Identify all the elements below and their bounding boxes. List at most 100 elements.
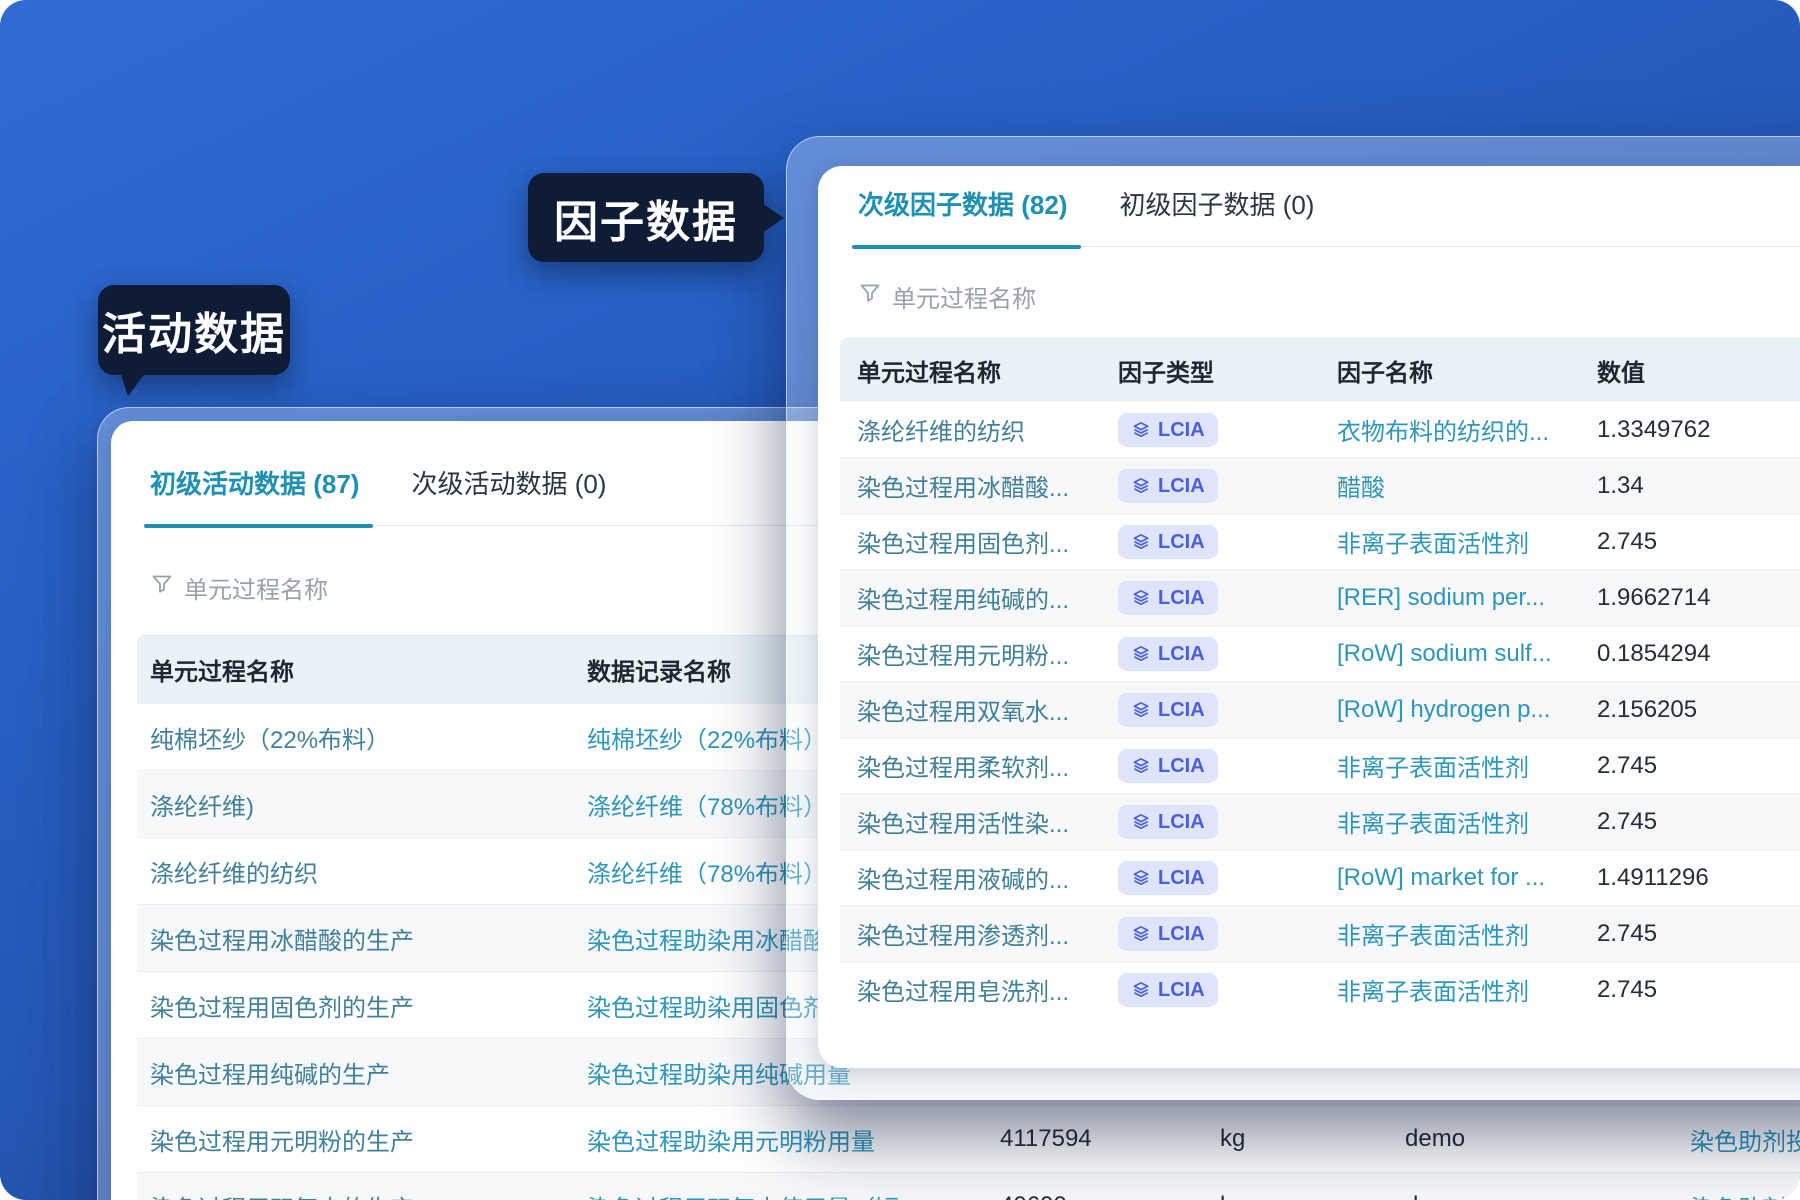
cell-unit: kg bbox=[1220, 1125, 1405, 1153]
cell-factor-name-link[interactable]: 非离子表面活性剂 bbox=[1337, 972, 1597, 1007]
lcia-badge: LCIA bbox=[1118, 581, 1218, 615]
factor-table-row[interactable]: 染色过程用活性染... LCIA 非离子表面活性剂 2.745 bbox=[840, 793, 1800, 849]
badge-label: LCIA bbox=[1158, 475, 1205, 497]
filter-funnel-icon bbox=[858, 281, 882, 312]
factor-table-row[interactable]: 染色过程用固色剂... LCIA 非离子表面活性剂 2.745 bbox=[840, 513, 1800, 569]
cell-value: 1.9662714 bbox=[1597, 584, 1800, 612]
badge-label: LCIA bbox=[1158, 643, 1205, 665]
cell-unit-process-name: 染色过程用元明粉的生产 bbox=[137, 1122, 587, 1157]
cell-factor-name-link[interactable]: 非离子表面活性剂 bbox=[1337, 804, 1597, 839]
layers-icon bbox=[1131, 420, 1151, 440]
factor-table-row[interactable]: 染色过程用双氧水... LCIA [RoW] hydrogen p... 2.1… bbox=[840, 681, 1800, 737]
cell-factor-name-link[interactable]: 醋酸 bbox=[1337, 468, 1597, 503]
cell-value: 2.745 bbox=[1597, 976, 1800, 1004]
lcia-badge: LCIA bbox=[1118, 973, 1218, 1007]
factor-table: 单元过程名称 因子类型 因子名称 数值 涤纶纤维的纺织 LCIA 衣物布料的纺织… bbox=[840, 338, 1800, 1017]
lcia-badge: LCIA bbox=[1118, 413, 1218, 447]
cell-unit-process-name: 涤纶纤维) bbox=[137, 787, 587, 822]
column-header-factor-type: 因子类型 bbox=[1118, 353, 1337, 388]
cell-unit-process-name: 染色过程用活性染... bbox=[840, 804, 1118, 839]
cell-value: 2.156205 bbox=[1597, 696, 1800, 724]
cell-value: 0.1854294 bbox=[1597, 640, 1800, 668]
badge-label: LCIA bbox=[1158, 867, 1205, 889]
cell-factor-name-link[interactable]: [RoW] market for ... bbox=[1337, 864, 1597, 892]
activity-table-row[interactable]: 染色过程用元明粉的生产 染色过程助染用元明粉用量 4117594 kg demo… bbox=[137, 1105, 1800, 1172]
factor-table-row[interactable]: 涤纶纤维的纺织 LCIA 衣物布料的纺织的... 1.3349762 bbox=[840, 401, 1800, 457]
cell-factor-type: LCIA bbox=[1118, 861, 1337, 895]
cell-unit-process-name: 染色过程用冰醋酸... bbox=[840, 468, 1118, 503]
cell-factor-type: LCIA bbox=[1118, 581, 1337, 615]
tab-secondary-activity-data[interactable]: 次级活动数据 (0) bbox=[411, 469, 606, 525]
cell-unit-process-name: 染色过程用冰醋酸的生产 bbox=[137, 921, 587, 956]
cell-value: 1.3349762 bbox=[1597, 416, 1800, 444]
layers-icon bbox=[1131, 588, 1151, 608]
cell-unit-process-name: 涤纶纤维的纺织 bbox=[137, 854, 587, 889]
screenshot-canvas: 初级活动数据 (87) 次级活动数据 (0) 单元过程名称 单元过程名称 数据记… bbox=[0, 0, 1800, 1200]
activity-data-callout: 活动数据 bbox=[98, 285, 290, 375]
column-header-factor-name: 因子名称 bbox=[1337, 353, 1597, 388]
factor-table-row[interactable]: 染色过程用皂洗剂... LCIA 非离子表面活性剂 2.745 bbox=[840, 961, 1800, 1017]
cell-data-record-link[interactable]: 染色过程用双氧水使用量（短... bbox=[587, 1189, 1000, 1200]
cell-factor-type: LCIA bbox=[1118, 917, 1337, 951]
cell-data-record-link[interactable]: 染色过程助染用元明粉用量 bbox=[587, 1122, 1000, 1157]
badge-label: LCIA bbox=[1158, 979, 1205, 1001]
factor-table-row[interactable]: 染色过程用纯碱的... LCIA [RER] sodium per... 1.9… bbox=[840, 569, 1800, 625]
factor-table-row[interactable]: 染色过程用冰醋酸... LCIA 醋酸 1.34 bbox=[840, 457, 1800, 513]
cell-factor-name-link[interactable]: 衣物布料的纺织的... bbox=[1337, 412, 1597, 447]
layers-icon bbox=[1131, 812, 1151, 832]
cell-factor-type: LCIA bbox=[1118, 973, 1337, 1007]
factor-table-header: 单元过程名称 因子类型 因子名称 数值 bbox=[840, 338, 1800, 401]
cell-unit-process-name: 染色过程用液碱的... bbox=[840, 860, 1118, 895]
cell-extra-link[interactable]: 染色助剂投 bbox=[1690, 1122, 1800, 1157]
cell-factor-name-link[interactable]: [RoW] sodium sulf... bbox=[1337, 640, 1597, 668]
cell-unit-process-name: 染色过程用皂洗剂... bbox=[840, 972, 1118, 1007]
factor-filter-placeholder: 单元过程名称 bbox=[892, 279, 1036, 314]
lcia-badge: LCIA bbox=[1118, 469, 1218, 503]
lcia-badge: LCIA bbox=[1118, 749, 1218, 783]
tab-primary-activity-data[interactable]: 初级活动数据 (87) bbox=[150, 469, 359, 525]
layers-icon bbox=[1131, 924, 1151, 944]
cell-factor-name-link[interactable]: [RER] sodium per... bbox=[1337, 584, 1597, 612]
cell-unit-process-name: 染色过程用元明粉... bbox=[840, 636, 1118, 671]
cell-amount: 40600 bbox=[1000, 1192, 1220, 1200]
cell-unit-process-name: 染色过程用纯碱的生产 bbox=[137, 1055, 587, 1090]
cell-factor-name-link[interactable]: 非离子表面活性剂 bbox=[1337, 748, 1597, 783]
tab-secondary-factor-data[interactable]: 次级因子数据 (82) bbox=[858, 190, 1067, 246]
column-header-value: 数值 bbox=[1597, 353, 1800, 388]
lcia-badge: LCIA bbox=[1118, 693, 1218, 727]
cell-unit-process-name: 纯棉坯纱（22%布料） bbox=[137, 720, 587, 755]
cell-factor-type: LCIA bbox=[1118, 805, 1337, 839]
cell-unit-process-name: 染色过程用固色剂... bbox=[840, 524, 1118, 559]
cell-factor-name-link[interactable]: 非离子表面活性剂 bbox=[1337, 916, 1597, 951]
cell-value: 2.745 bbox=[1597, 920, 1800, 948]
factor-table-row[interactable]: 染色过程用渗透剂... LCIA 非离子表面活性剂 2.745 bbox=[840, 905, 1800, 961]
factor-table-row[interactable]: 染色过程用液碱的... LCIA [RoW] market for ... 1.… bbox=[840, 849, 1800, 905]
badge-label: LCIA bbox=[1158, 419, 1205, 441]
cell-factor-type: LCIA bbox=[1118, 413, 1337, 447]
column-header-unit-process: 单元过程名称 bbox=[137, 652, 587, 687]
layers-icon bbox=[1131, 700, 1151, 720]
cell-factor-name-link[interactable]: [RoW] hydrogen p... bbox=[1337, 696, 1597, 724]
badge-label: LCIA bbox=[1158, 811, 1205, 833]
activity-table-row[interactable]: 染色过程用双氧水的生产 染色过程用双氧水使用量（短... 40600 kg de… bbox=[137, 1172, 1800, 1200]
factor-filter-input[interactable]: 单元过程名称 bbox=[858, 279, 1800, 314]
cell-value: 1.34 bbox=[1597, 472, 1800, 500]
column-header-unit-process: 单元过程名称 bbox=[840, 353, 1118, 388]
cell-factor-name-link[interactable]: 非离子表面活性剂 bbox=[1337, 524, 1597, 559]
tab-primary-factor-data[interactable]: 初级因子数据 (0) bbox=[1119, 190, 1314, 246]
cell-factor-type: LCIA bbox=[1118, 693, 1337, 727]
cell-factor-type: LCIA bbox=[1118, 749, 1337, 783]
factor-tabs: 次级因子数据 (82) 初级因子数据 (0) bbox=[858, 190, 1800, 247]
factor-data-callout: 因子数据 bbox=[528, 173, 764, 262]
cell-unit-process-name: 染色过程用纯碱的... bbox=[840, 580, 1118, 615]
factor-table-row[interactable]: 染色过程用元明粉... LCIA [RoW] sodium sulf... 0.… bbox=[840, 625, 1800, 681]
lcia-badge: LCIA bbox=[1118, 917, 1218, 951]
layers-icon bbox=[1131, 980, 1151, 1000]
layers-icon bbox=[1131, 476, 1151, 496]
layers-icon bbox=[1131, 756, 1151, 776]
badge-label: LCIA bbox=[1158, 923, 1205, 945]
factor-table-row[interactable]: 染色过程用柔软剂... LCIA 非离子表面活性剂 2.745 bbox=[840, 737, 1800, 793]
badge-label: LCIA bbox=[1158, 531, 1205, 553]
cell-extra-link[interactable]: 染色助剂投 bbox=[1690, 1189, 1800, 1200]
cell-unit-process-name: 染色过程用双氧水的生产 bbox=[137, 1189, 587, 1200]
